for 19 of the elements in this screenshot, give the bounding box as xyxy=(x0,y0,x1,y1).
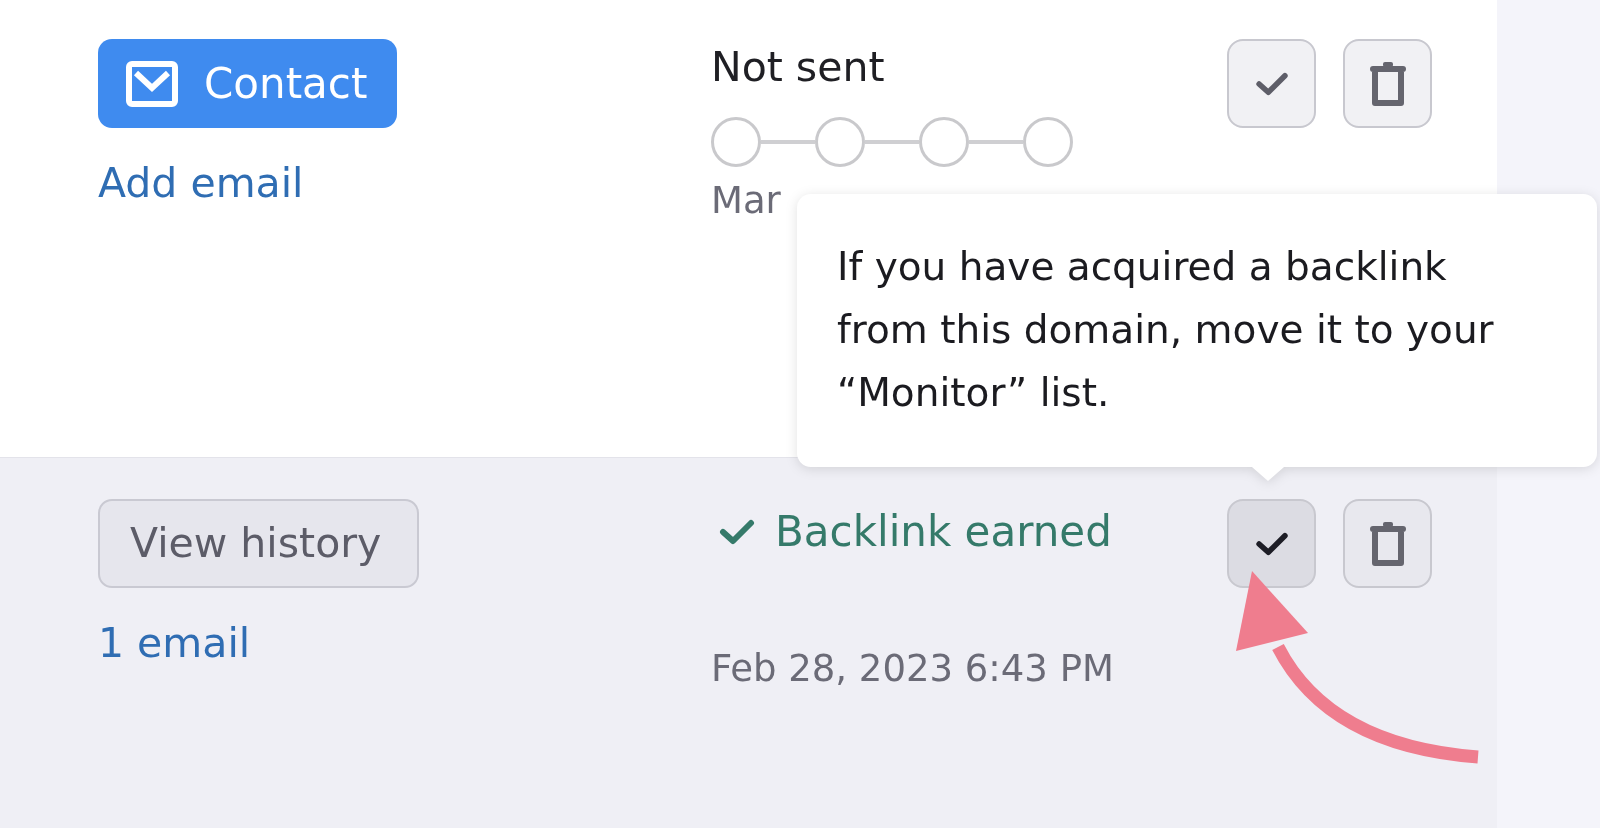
check-icon xyxy=(719,519,755,546)
status-text: Backlink earned xyxy=(775,507,1112,558)
tooltip: If you have acquired a backlink from this domain, move it to your “Monitor” list. xyxy=(797,194,1597,481)
date-text: Mar xyxy=(711,179,781,224)
status-text: Not sent xyxy=(711,43,885,93)
view-history-button[interactable]: View history xyxy=(98,499,420,588)
trash-icon xyxy=(1368,520,1407,567)
delete-button[interactable] xyxy=(1343,39,1432,128)
trash-icon xyxy=(1368,60,1407,107)
delete-button[interactable] xyxy=(1343,499,1432,588)
date-text: Feb 28, 2023 6:43 PM xyxy=(711,647,1114,692)
contact-button[interactable]: Contact xyxy=(98,39,398,128)
email-link[interactable]: 1 email xyxy=(98,619,251,669)
email-link[interactable]: Add email xyxy=(98,159,304,209)
check-icon xyxy=(1254,531,1289,556)
mail-icon xyxy=(126,60,178,107)
mark-done-button[interactable] xyxy=(1227,39,1316,128)
check-icon xyxy=(1254,71,1289,96)
mark-done-button[interactable] xyxy=(1227,499,1316,588)
